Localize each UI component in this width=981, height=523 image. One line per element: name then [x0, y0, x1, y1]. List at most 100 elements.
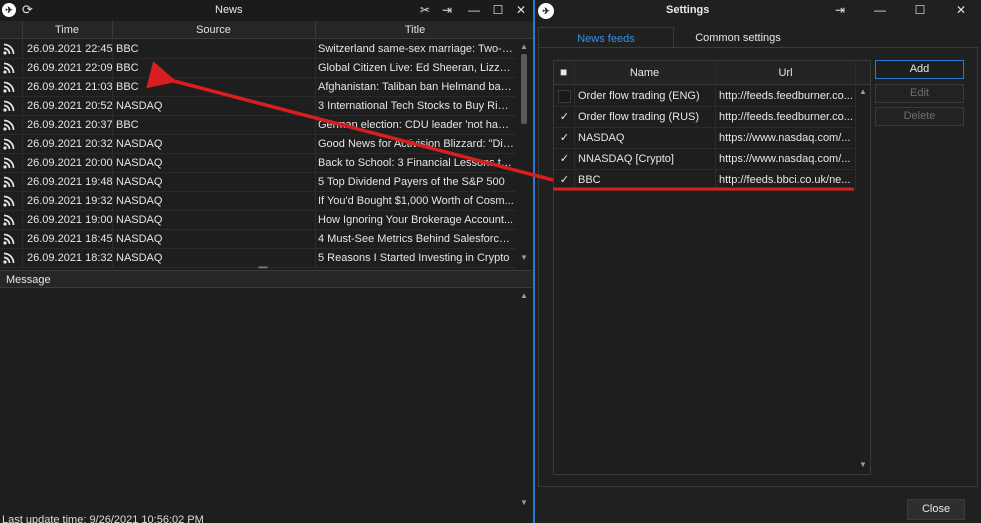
- feed-row[interactable]: ✓ NASDAQ https://www.nasdaq.com/...: [554, 128, 854, 149]
- row-source: NASDAQ: [116, 157, 163, 169]
- row-time: 26.09.2021 20:32: [27, 138, 113, 150]
- row-title: Global Citizen Live: Ed Sheeran, Lizzo a…: [318, 62, 514, 74]
- feed-row[interactable]: ✓ Order flow trading (RUS) http://feeds.fe…: [554, 107, 854, 128]
- news-scrollbar[interactable]: ▲ ▼: [518, 40, 530, 266]
- feed-enabled-checkbox[interactable]: ✓: [558, 132, 571, 145]
- row-time: 26.09.2021 19:32: [27, 195, 113, 207]
- row-source: BBC: [116, 62, 139, 74]
- row-title: If You'd Bought $1,000 Worth of Cosm...: [318, 195, 514, 207]
- tab-news-feeds[interactable]: News feeds: [538, 27, 674, 48]
- add-button[interactable]: Add: [875, 60, 964, 79]
- table-row[interactable]: 26.09.2021 20:00 NASDAQ Back to School: 3 …: [0, 154, 516, 173]
- news-window: ✈ ⟳ News ✂ ⇥ — ☐ ✕ Time Source Title 26.…: [0, 0, 533, 523]
- settings-titlebar: ✈ Settings ⇥ — ☐ ✕: [535, 0, 981, 21]
- row-source: NASDAQ: [116, 100, 163, 112]
- last-update-time: Last update time: 9/26/2021 10:56:02 PM: [2, 514, 204, 523]
- row-time: 26.09.2021 22:09: [27, 62, 113, 74]
- column-header-url[interactable]: Url: [715, 67, 856, 79]
- scroll-up-icon[interactable]: ▲: [518, 42, 530, 51]
- rss-icon: [3, 233, 15, 245]
- feeds-scrollbar[interactable]: ▲ ▼: [857, 85, 869, 474]
- rss-icon: [3, 43, 15, 55]
- row-source: NASDAQ: [116, 138, 163, 150]
- table-row[interactable]: 26.09.2021 18:45 NASDAQ 4 Must-See Metrics…: [0, 230, 516, 249]
- settings-maximize-button[interactable]: ☐: [911, 2, 929, 18]
- feed-row[interactable]: ✓ BBC http://feeds.bbci.co.uk/ne...: [554, 170, 854, 191]
- feed-enabled-checkbox[interactable]: [558, 90, 571, 103]
- rss-icon: [3, 81, 15, 93]
- message-header: Message: [0, 270, 533, 288]
- status-bar: Last update time: 9/26/2021 10:56:02 PM: [0, 513, 533, 523]
- settings-window: ✈ Settings ⇥ — ☐ ✕ News feeds Common set…: [535, 0, 981, 523]
- feed-row[interactable]: Order flow trading (ENG) http://feeds.fee…: [554, 86, 854, 107]
- row-source: NASDAQ: [116, 214, 163, 226]
- table-row[interactable]: 26.09.2021 20:37 BBC German election: CDU …: [0, 116, 516, 135]
- feed-row[interactable]: ✓ NNASDAQ [Crypto] https://www.nasdaq.com/…: [554, 149, 854, 170]
- rss-icon: [3, 119, 15, 131]
- minimize-button[interactable]: —: [465, 2, 483, 18]
- select-all-checkbox[interactable]: ■: [560, 65, 567, 79]
- row-source: BBC: [116, 81, 139, 93]
- delete-button[interactable]: Delete: [875, 107, 964, 126]
- column-header-title[interactable]: Title: [315, 24, 515, 36]
- feed-enabled-checkbox[interactable]: ✓: [558, 111, 571, 124]
- row-title: Good News for Activision Blizzard: "Dia.…: [318, 138, 514, 150]
- rss-icon: [3, 100, 15, 112]
- table-row[interactable]: 26.09.2021 19:00 NASDAQ How Ignoring Your …: [0, 211, 516, 230]
- rss-icon: [3, 62, 15, 74]
- column-header-time[interactable]: Time: [22, 24, 112, 36]
- table-row[interactable]: 26.09.2021 19:32 NASDAQ If You'd Bought $1…: [0, 192, 516, 211]
- table-row[interactable]: 26.09.2021 22:45 BBC Switzerland same-sex …: [0, 40, 516, 59]
- feed-url: http://feeds.feedburner.co...: [719, 90, 853, 102]
- settings-minimize-button[interactable]: —: [871, 2, 889, 18]
- row-time: 26.09.2021 22:45: [27, 43, 113, 55]
- row-time: 26.09.2021 18:45: [27, 233, 113, 245]
- message-label: Message: [6, 274, 51, 286]
- news-scroll-thumb[interactable]: [521, 54, 527, 124]
- settings-close-icon[interactable]: ✕: [952, 2, 970, 18]
- row-source: NASDAQ: [116, 176, 163, 188]
- tools-icon[interactable]: ✂: [416, 2, 434, 18]
- row-time: 26.09.2021 19:00: [27, 214, 113, 226]
- feeds-scroll-down-icon[interactable]: ▼: [857, 460, 869, 469]
- message-scroll-up-icon[interactable]: ▲: [518, 291, 530, 300]
- row-source: NASDAQ: [116, 195, 163, 207]
- feeds-scroll-up-icon[interactable]: ▲: [857, 87, 869, 96]
- feed-enabled-checkbox[interactable]: ✓: [558, 153, 571, 166]
- row-title: 5 Reasons I Started Investing in Crypto: [318, 252, 510, 264]
- row-title: 4 Must-See Metrics Behind Salesforce.c..…: [318, 233, 514, 245]
- column-header-name[interactable]: Name: [574, 67, 715, 79]
- table-row[interactable]: 26.09.2021 21:03 BBC Afghanistan: Taliban …: [0, 78, 516, 97]
- table-row[interactable]: 26.09.2021 22:09 BBC Global Citizen Live: …: [0, 59, 516, 78]
- rss-icon: [3, 138, 15, 150]
- maximize-button[interactable]: ☐: [489, 2, 507, 18]
- row-title: Back to School: 3 Financial Lessons to T…: [318, 157, 514, 169]
- table-row[interactable]: 26.09.2021 20:52 NASDAQ 3 International Te…: [0, 97, 516, 116]
- message-scrollbar[interactable]: ▲ ▼: [518, 289, 530, 511]
- feed-name: Order flow trading (RUS): [578, 111, 700, 123]
- row-source: BBC: [116, 119, 139, 131]
- feed-enabled-checkbox[interactable]: ✓: [558, 174, 571, 187]
- row-time: 26.09.2021 20:00: [27, 157, 113, 169]
- column-header-source[interactable]: Source: [112, 24, 315, 36]
- settings-pin-icon[interactable]: ⇥: [831, 2, 849, 18]
- feed-url: http://feeds.feedburner.co...: [719, 111, 853, 123]
- row-title: German election: CDU leader 'not happ...: [318, 119, 514, 131]
- pin-icon[interactable]: ⇥: [438, 2, 456, 18]
- refresh-icon[interactable]: ⟳: [22, 2, 33, 18]
- scroll-down-icon[interactable]: ▼: [518, 253, 530, 262]
- message-area[interactable]: ▲ ▼: [0, 289, 533, 513]
- rss-icon: [3, 214, 15, 226]
- tab-common-settings[interactable]: Common settings: [678, 27, 798, 48]
- rss-icon: [3, 157, 15, 169]
- close-news-button[interactable]: ✕: [512, 2, 530, 18]
- row-title: Afghanistan: Taliban ban Helmand barb...: [318, 81, 514, 93]
- settings-logo-icon: ✈: [538, 3, 554, 19]
- table-row[interactable]: 26.09.2021 19:48 NASDAQ 5 Top Dividend Pay…: [0, 173, 516, 192]
- table-row[interactable]: 26.09.2021 20:32 NASDAQ Good News for Acti…: [0, 135, 516, 154]
- feed-name: BBC: [578, 174, 601, 186]
- row-title: 3 International Tech Stocks to Buy Righ.…: [318, 100, 514, 112]
- edit-button[interactable]: Edit: [875, 84, 964, 103]
- message-scroll-down-icon[interactable]: ▼: [518, 498, 530, 507]
- close-button[interactable]: Close: [907, 499, 965, 520]
